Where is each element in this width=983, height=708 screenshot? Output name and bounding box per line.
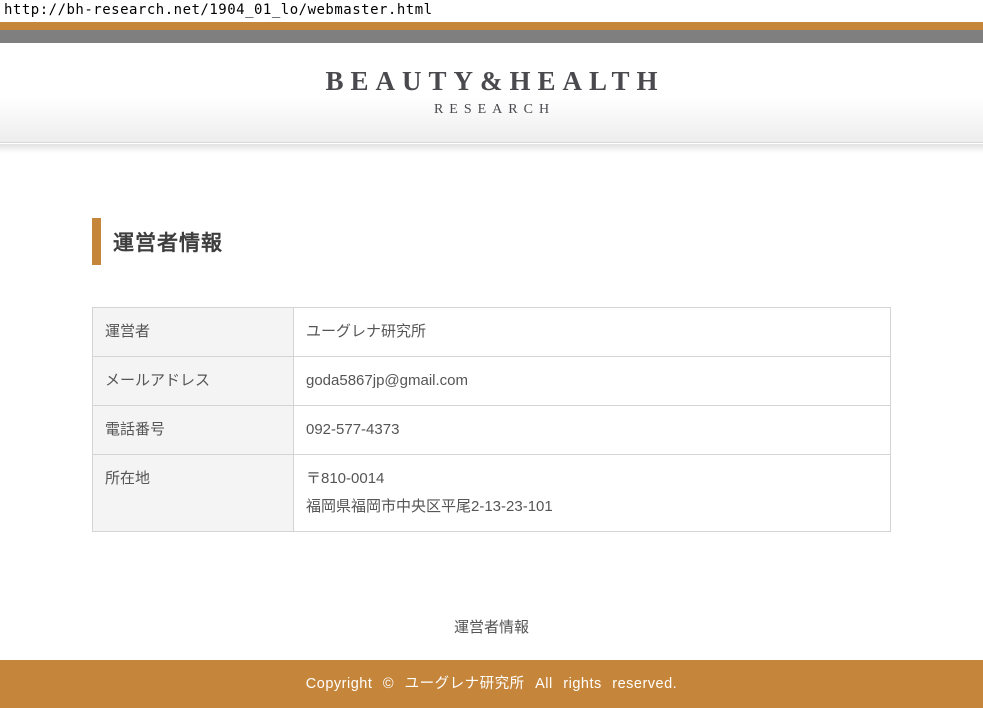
- table-row-email: メールアドレス goda5867jp@gmail.com: [93, 357, 891, 406]
- table-row-operator: 運営者 ユーグレナ研究所: [93, 308, 891, 357]
- address-bar[interactable]: http://bh-research.net/1904_01_lo/webmas…: [0, 0, 983, 22]
- copyright-text: Copyright © ユーグレナ研究所 All rights reserved…: [306, 676, 677, 692]
- page-title: 運営者情報: [113, 227, 223, 257]
- row-value: 〒810-0014 福岡県福岡市中央区平尾2-13-23-101: [294, 455, 891, 532]
- table-row-address: 所在地 〒810-0014 福岡県福岡市中央区平尾2-13-23-101: [93, 455, 891, 532]
- row-value: goda5867jp@gmail.com: [294, 357, 891, 406]
- street-address: 福岡県福岡市中央区平尾2-13-23-101: [306, 498, 878, 516]
- postal-code: 〒810-0014: [306, 470, 878, 488]
- logo-text-main: BEAUTY&HEALTH: [318, 67, 664, 97]
- header-shadow: [0, 144, 983, 153]
- footer-nav-link[interactable]: 運営者情報: [0, 616, 983, 637]
- operator-info-table: 運営者 ユーグレナ研究所 メールアドレス goda5867jp@gmail.co…: [92, 307, 891, 532]
- row-label: メールアドレス: [93, 357, 294, 406]
- row-value: ユーグレナ研究所: [294, 308, 891, 357]
- page-url: http://bh-research.net/1904_01_lo/webmas…: [4, 2, 433, 18]
- site-header: BEAUTY&HEALTH RESEARCH: [0, 43, 983, 143]
- logo-text-sub: RESEARCH: [318, 102, 664, 118]
- page-heading: 運営者情報: [92, 218, 223, 265]
- row-label: 電話番号: [93, 406, 294, 455]
- top-accent-stripe: [0, 22, 983, 30]
- top-gray-bar: [0, 30, 983, 43]
- table-row-phone: 電話番号 092-577-4373: [93, 406, 891, 455]
- site-logo[interactable]: BEAUTY&HEALTH RESEARCH: [318, 67, 664, 118]
- copyright-bar: Copyright © ユーグレナ研究所 All rights reserved…: [0, 660, 983, 708]
- heading-accent-bar: [92, 218, 101, 265]
- row-label: 運営者: [93, 308, 294, 357]
- row-label: 所在地: [93, 455, 294, 532]
- row-value: 092-577-4373: [294, 406, 891, 455]
